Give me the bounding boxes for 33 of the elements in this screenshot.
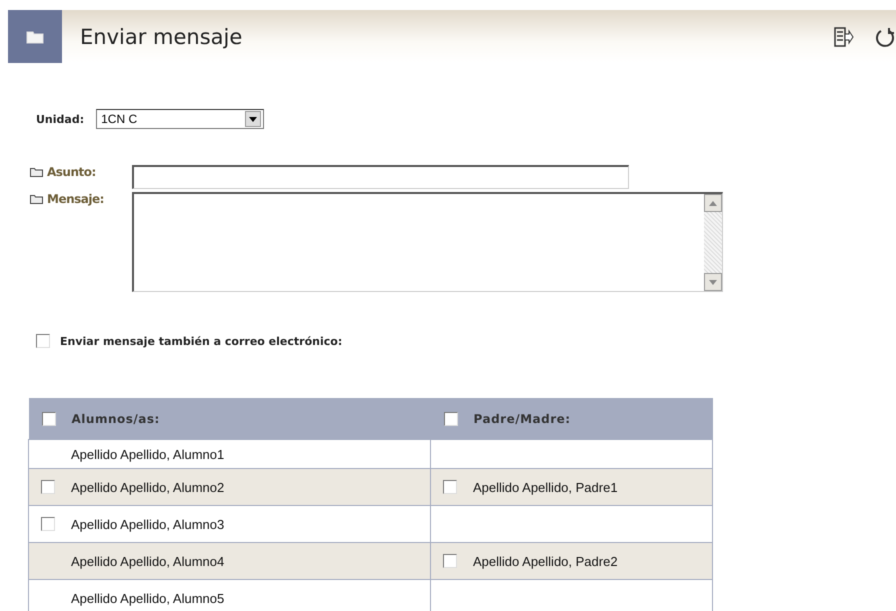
- parent-name: Apellido Apellido, Padre2: [473, 554, 618, 568]
- student-name: Apellido Apellido, Alumno2: [71, 480, 224, 494]
- unidad-dropdown[interactable]: 1CN C: [96, 109, 264, 129]
- scroll-down-icon: [709, 280, 717, 284]
- mensaje-label: Mensaje:: [47, 192, 104, 206]
- scroll-up-icon: [709, 200, 717, 206]
- student-name: Apellido Apellido, Alumno1: [71, 446, 224, 462]
- parent-name: Apellido Apellido, Padre1: [473, 480, 618, 494]
- folder-icon: [30, 167, 43, 177]
- checkbox[interactable]: [443, 480, 457, 494]
- column-header-label: Padre/Madre:: [474, 412, 571, 426]
- dropdown-arrow-icon: [249, 116, 258, 122]
- checkbox[interactable]: [36, 334, 50, 348]
- asunto-label: Asunto:: [47, 165, 96, 179]
- column-header-label: Alumnos/as:: [72, 412, 160, 426]
- page-title: Enviar mensaje: [80, 24, 242, 48]
- mensaje-field[interactable]: [132, 192, 723, 292]
- checkbox[interactable]: [444, 412, 458, 426]
- student-name: Apellido Apellido, Alumno5: [71, 590, 224, 606]
- folder-icon: [30, 194, 43, 204]
- checkbox[interactable]: [41, 480, 55, 494]
- unidad-label: Unidad:: [36, 112, 84, 126]
- refresh-icon[interactable]: [874, 26, 896, 48]
- folder-icon: [26, 30, 44, 44]
- student-name: Apellido Apellido, Alumno3: [71, 516, 224, 532]
- asunto-field[interactable]: [132, 165, 629, 189]
- checkbox[interactable]: [41, 517, 55, 531]
- export-icon[interactable]: [832, 26, 854, 48]
- email-option-label: Enviar mensaje también a correo electrónico:: [60, 334, 342, 348]
- student-name: Apellido Apellido, Alumno4: [71, 554, 224, 568]
- checkbox[interactable]: [42, 412, 56, 426]
- checkbox[interactable]: [443, 554, 457, 568]
- scrollbar[interactable]: [704, 194, 722, 291]
